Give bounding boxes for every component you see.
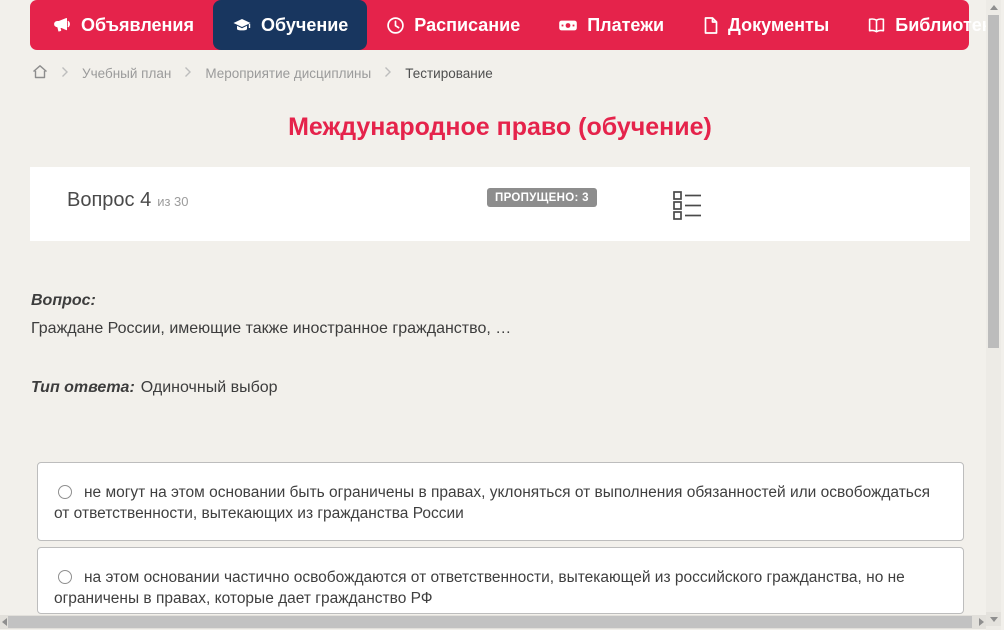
scroll-up-arrow-icon[interactable] [986, 0, 1001, 14]
page: Объявления Обучение Расписание Платежи Д… [0, 0, 1004, 630]
breadcrumb-item-curriculum[interactable]: Учебный план [82, 66, 171, 81]
page-title: Международное право (обучение) [288, 113, 712, 141]
home-icon[interactable] [32, 64, 48, 82]
document-icon [702, 16, 719, 35]
question-number: Вопрос 4 из 30 [67, 189, 189, 212]
book-icon [867, 16, 886, 35]
vertical-scrollbar-thumb[interactable] [988, 15, 999, 348]
nav-item-library[interactable]: Библиотека [848, 0, 1004, 50]
nav-item-education[interactable]: Обучение [212, 0, 368, 50]
vertical-scrollbar[interactable] [986, 0, 1001, 630]
nav-item-payments[interactable]: Платежи [539, 0, 683, 50]
clock-icon [386, 16, 405, 35]
nav-item-label: Расписание [414, 14, 521, 35]
radio-button[interactable] [58, 485, 72, 499]
nav-item-label: Объявления [81, 14, 194, 35]
nav-item-schedule[interactable]: Расписание [367, 0, 539, 50]
question-text: Граждане России, имеющие также иностранн… [31, 320, 512, 337]
question-header-card: Вопрос 4 из 30 ПРОПУЩЕНО: 3 [30, 167, 970, 241]
question-block: Вопрос: Граждане России, имеющие также и… [31, 292, 511, 338]
breadcrumb-item-testing: Тестирование [405, 65, 493, 81]
main-navbar: Объявления Обучение Расписание Платежи Д… [30, 0, 1001, 50]
option-text: не могут на этом основании быть ограниче… [54, 484, 931, 522]
option-text: на этом основании частично освобождаются… [54, 569, 905, 607]
answer-type-row: Тип ответа: Одиночный выбор [31, 379, 278, 397]
breadcrumb-separator [384, 66, 392, 81]
answer-type-label: Тип ответа: [31, 379, 135, 396]
scroll-right-arrow-icon[interactable] [977, 615, 985, 629]
nav-item-label: Обучение [260, 14, 349, 35]
nav-item-announcements[interactable]: Объявления [34, 0, 213, 50]
question-number-label: Вопрос 4 [67, 189, 152, 211]
breadcrumb: Учебный план Мероприятие дисциплины Тест… [32, 63, 493, 83]
answer-option-2[interactable]: на этом основании частично освобождаются… [37, 547, 964, 614]
answer-option-1[interactable]: не могут на этом основании быть ограниче… [37, 462, 964, 541]
scroll-left-arrow-icon[interactable] [0, 615, 8, 629]
horizontal-scrollbar-thumb[interactable] [8, 616, 972, 628]
list-icon [672, 191, 704, 224]
megaphone-icon [53, 16, 72, 35]
radio-button[interactable] [58, 570, 72, 584]
nav-item-label: Платежи [587, 14, 665, 35]
answer-type-value: Одиночный выбор [140, 379, 278, 396]
nav-item-documents[interactable]: Документы [683, 0, 848, 50]
breadcrumb-separator [184, 66, 192, 81]
horizontal-scrollbar[interactable] [0, 615, 986, 629]
nav-item-label: Документы [728, 14, 830, 35]
question-heading: Вопрос: [31, 292, 96, 309]
graduation-cap-icon [232, 16, 252, 35]
breadcrumb-separator [61, 66, 69, 81]
skipped-badge: ПРОПУЩЕНО: 3 [487, 188, 597, 207]
question-counter: из 30 [157, 194, 189, 209]
scroll-down-arrow-icon[interactable] [986, 612, 1001, 626]
question-list-button[interactable] [671, 189, 705, 223]
nav-item-label: Библиотека [895, 14, 1001, 35]
banknote-icon [558, 16, 578, 35]
breadcrumb-item-discipline-event[interactable]: Мероприятие дисциплины [205, 66, 371, 81]
